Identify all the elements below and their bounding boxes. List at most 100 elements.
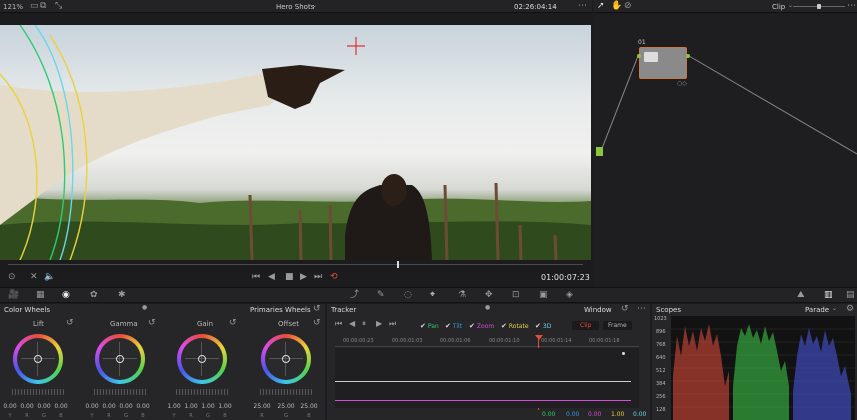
viewer-image[interactable] — [0, 25, 591, 260]
track-3d-toggle[interactable]: ✔ 3D — [535, 322, 551, 330]
viewer-layout-icon[interactable]: ▭ — [30, 2, 39, 11]
gamma-master-slider[interactable] — [94, 389, 146, 395]
tracker-graph[interactable] — [335, 348, 639, 408]
offset-g-value[interactable]: 25.00 — [277, 403, 295, 410]
3d-value[interactable]: 0.00 — [633, 411, 646, 418]
key-icon[interactable]: ⊡ — [512, 291, 520, 300]
lift-b-value[interactable]: 0.00 — [54, 403, 68, 410]
sizing-icon[interactable]: ▣ — [539, 291, 548, 300]
gamma-r-value[interactable]: 0.00 — [102, 403, 116, 410]
node-output-dot[interactable] — [686, 54, 690, 58]
offset-master-slider[interactable] — [260, 389, 312, 395]
track-pan-toggle[interactable]: ✔ Pan — [420, 322, 439, 330]
window-icon[interactable]: ◌ — [404, 291, 412, 300]
offset-r-value[interactable]: 25.00 — [253, 403, 271, 410]
offset-reset-icon[interactable]: ↺ — [313, 319, 321, 328]
scopes-icon[interactable]: ▥ — [824, 291, 833, 300]
track-zoom-toggle[interactable]: ✔ Zoom — [469, 322, 494, 330]
timeline-title[interactable]: Hero Shots — [276, 3, 314, 11]
lift-master-slider[interactable] — [12, 389, 64, 395]
gamma-wheel[interactable] — [95, 334, 145, 384]
gamma-g-value[interactable]: 0.00 — [119, 403, 133, 410]
options-icon[interactable]: ⋯ — [578, 2, 587, 11]
gain-b-value[interactable]: 1.00 — [218, 403, 232, 410]
loop-icon[interactable]: ⟲ — [330, 273, 338, 282]
node-graph[interactable]: 01 ○◇ — [593, 14, 857, 287]
track-forward-icon[interactable]: ▶ — [376, 320, 382, 328]
first-frame-icon[interactable]: ⏮ — [252, 273, 260, 282]
magic-mask-icon[interactable]: ⚗ — [458, 291, 466, 300]
rotate-value[interactable]: 1.00 — [611, 411, 624, 418]
tracker-reset-icon[interactable]: ↺ — [621, 305, 629, 314]
keyframe-dot[interactable] — [622, 352, 625, 355]
viewer-wipe-icon[interactable]: ⤡ — [55, 2, 62, 11]
options-icon[interactable]: ⋯ — [847, 2, 856, 11]
lift-wheel[interactable] — [13, 334, 63, 384]
rgb-mixer-icon[interactable]: ✱ — [118, 291, 126, 300]
camera-raw-icon[interactable]: 🎥 — [8, 291, 19, 300]
blur-icon[interactable]: ✥ — [485, 291, 493, 300]
frame-button[interactable]: Frame — [603, 321, 632, 330]
gamma-reset-icon[interactable]: ↺ — [148, 319, 156, 328]
gamma-y-value[interactable]: 0.00 — [85, 403, 99, 410]
corrector-node[interactable] — [639, 47, 687, 79]
color-match-icon[interactable]: ▦ — [36, 291, 45, 300]
zoom-icon[interactable]: ⊘ — [624, 2, 632, 11]
zoom-value[interactable]: 0.00 — [588, 411, 601, 418]
scrubber-playhead[interactable] — [397, 261, 399, 268]
tilt-value[interactable]: 0.00 — [566, 411, 579, 418]
stop-icon[interactable]: ■ — [285, 273, 294, 282]
gain-master-slider[interactable] — [176, 389, 228, 395]
curves-icon[interactable]: ⤴ — [350, 291, 359, 300]
scope-mode-dropdown[interactable]: Parade — [805, 306, 829, 314]
chevron-down-icon[interactable]: ⌄ — [552, 3, 557, 9]
node-mode-dropdown[interactable]: Clip — [772, 3, 785, 11]
track-pause-icon[interactable]: ⏸ — [362, 320, 366, 328]
qualifier-icon[interactable]: ✎ — [377, 291, 385, 300]
offset-wheel[interactable] — [261, 334, 311, 384]
clip-button[interactable]: Clip — [572, 321, 600, 330]
last-frame-icon[interactable]: ⏭ — [314, 273, 322, 282]
tracker-mode-dropdown[interactable]: Window — [584, 306, 612, 314]
viewer-scrubber[interactable] — [8, 264, 583, 265]
pan-value[interactable]: 0.00 — [542, 411, 555, 418]
viewer-split-icon[interactable]: ⧉ — [40, 2, 46, 11]
reset-all-icon[interactable]: ↺ — [313, 305, 321, 314]
pointer-icon[interactable]: ➚ — [597, 2, 605, 11]
gain-g-value[interactable]: 1.00 — [201, 403, 215, 410]
hdr-icon[interactable]: ✿ — [90, 291, 98, 300]
chevron-down-icon[interactable]: ⌄ — [832, 306, 837, 312]
track-reverse-icon[interactable]: ◀ — [349, 320, 355, 328]
gain-r-value[interactable]: 1.00 — [184, 403, 198, 410]
color-wheels-icon[interactable]: ◉ — [62, 291, 70, 300]
source-input-handle[interactable] — [596, 147, 603, 156]
gain-wheel[interactable] — [177, 334, 227, 384]
gain-reset-icon[interactable]: ↺ — [229, 319, 237, 328]
gamma-b-value[interactable]: 0.00 — [136, 403, 150, 410]
wipe-icon[interactable]: ✕ — [30, 273, 38, 282]
lift-y-value[interactable]: 0.00 — [3, 403, 17, 410]
audio-icon[interactable]: 🔈 — [44, 273, 55, 282]
track-rotate-toggle[interactable]: ✔ Rotate — [501, 322, 529, 330]
track-reverse-first-icon[interactable]: ⏮ — [335, 320, 342, 328]
gain-y-value[interactable]: 1.00 — [167, 403, 181, 410]
lift-g-value[interactable]: 0.00 — [37, 403, 51, 410]
tracker-icon[interactable]: ⌖ — [430, 291, 435, 300]
play-icon[interactable]: ▶ — [300, 273, 307, 282]
reverse-icon[interactable]: ◀ — [268, 273, 275, 282]
track-forward-last-icon[interactable]: ⏭ — [389, 320, 396, 328]
node-input-dot[interactable] — [637, 54, 641, 58]
track-tilt-toggle[interactable]: ✔ Tilt — [445, 322, 462, 330]
info-icon[interactable]: ▤ — [846, 291, 855, 300]
keyframes-icon[interactable]: ⛰ — [797, 291, 805, 300]
node-zoom-slider-handle[interactable] — [817, 4, 821, 9]
wheels-mode-dropdown[interactable]: Primaries Wheels — [250, 306, 311, 314]
lift-reset-icon[interactable]: ↺ — [66, 319, 74, 328]
options-icon[interactable]: ⋯ — [637, 305, 646, 314]
lift-r-value[interactable]: 0.00 — [20, 403, 34, 410]
scope-settings-icon[interactable]: ⚙ — [846, 305, 854, 314]
tracker-playhead-marker[interactable] — [535, 335, 543, 340]
3d-icon[interactable]: ◈ — [566, 291, 573, 300]
hand-icon[interactable]: ✋ — [611, 2, 622, 11]
viewer-mode-icon[interactable]: ⊙ — [8, 273, 16, 282]
